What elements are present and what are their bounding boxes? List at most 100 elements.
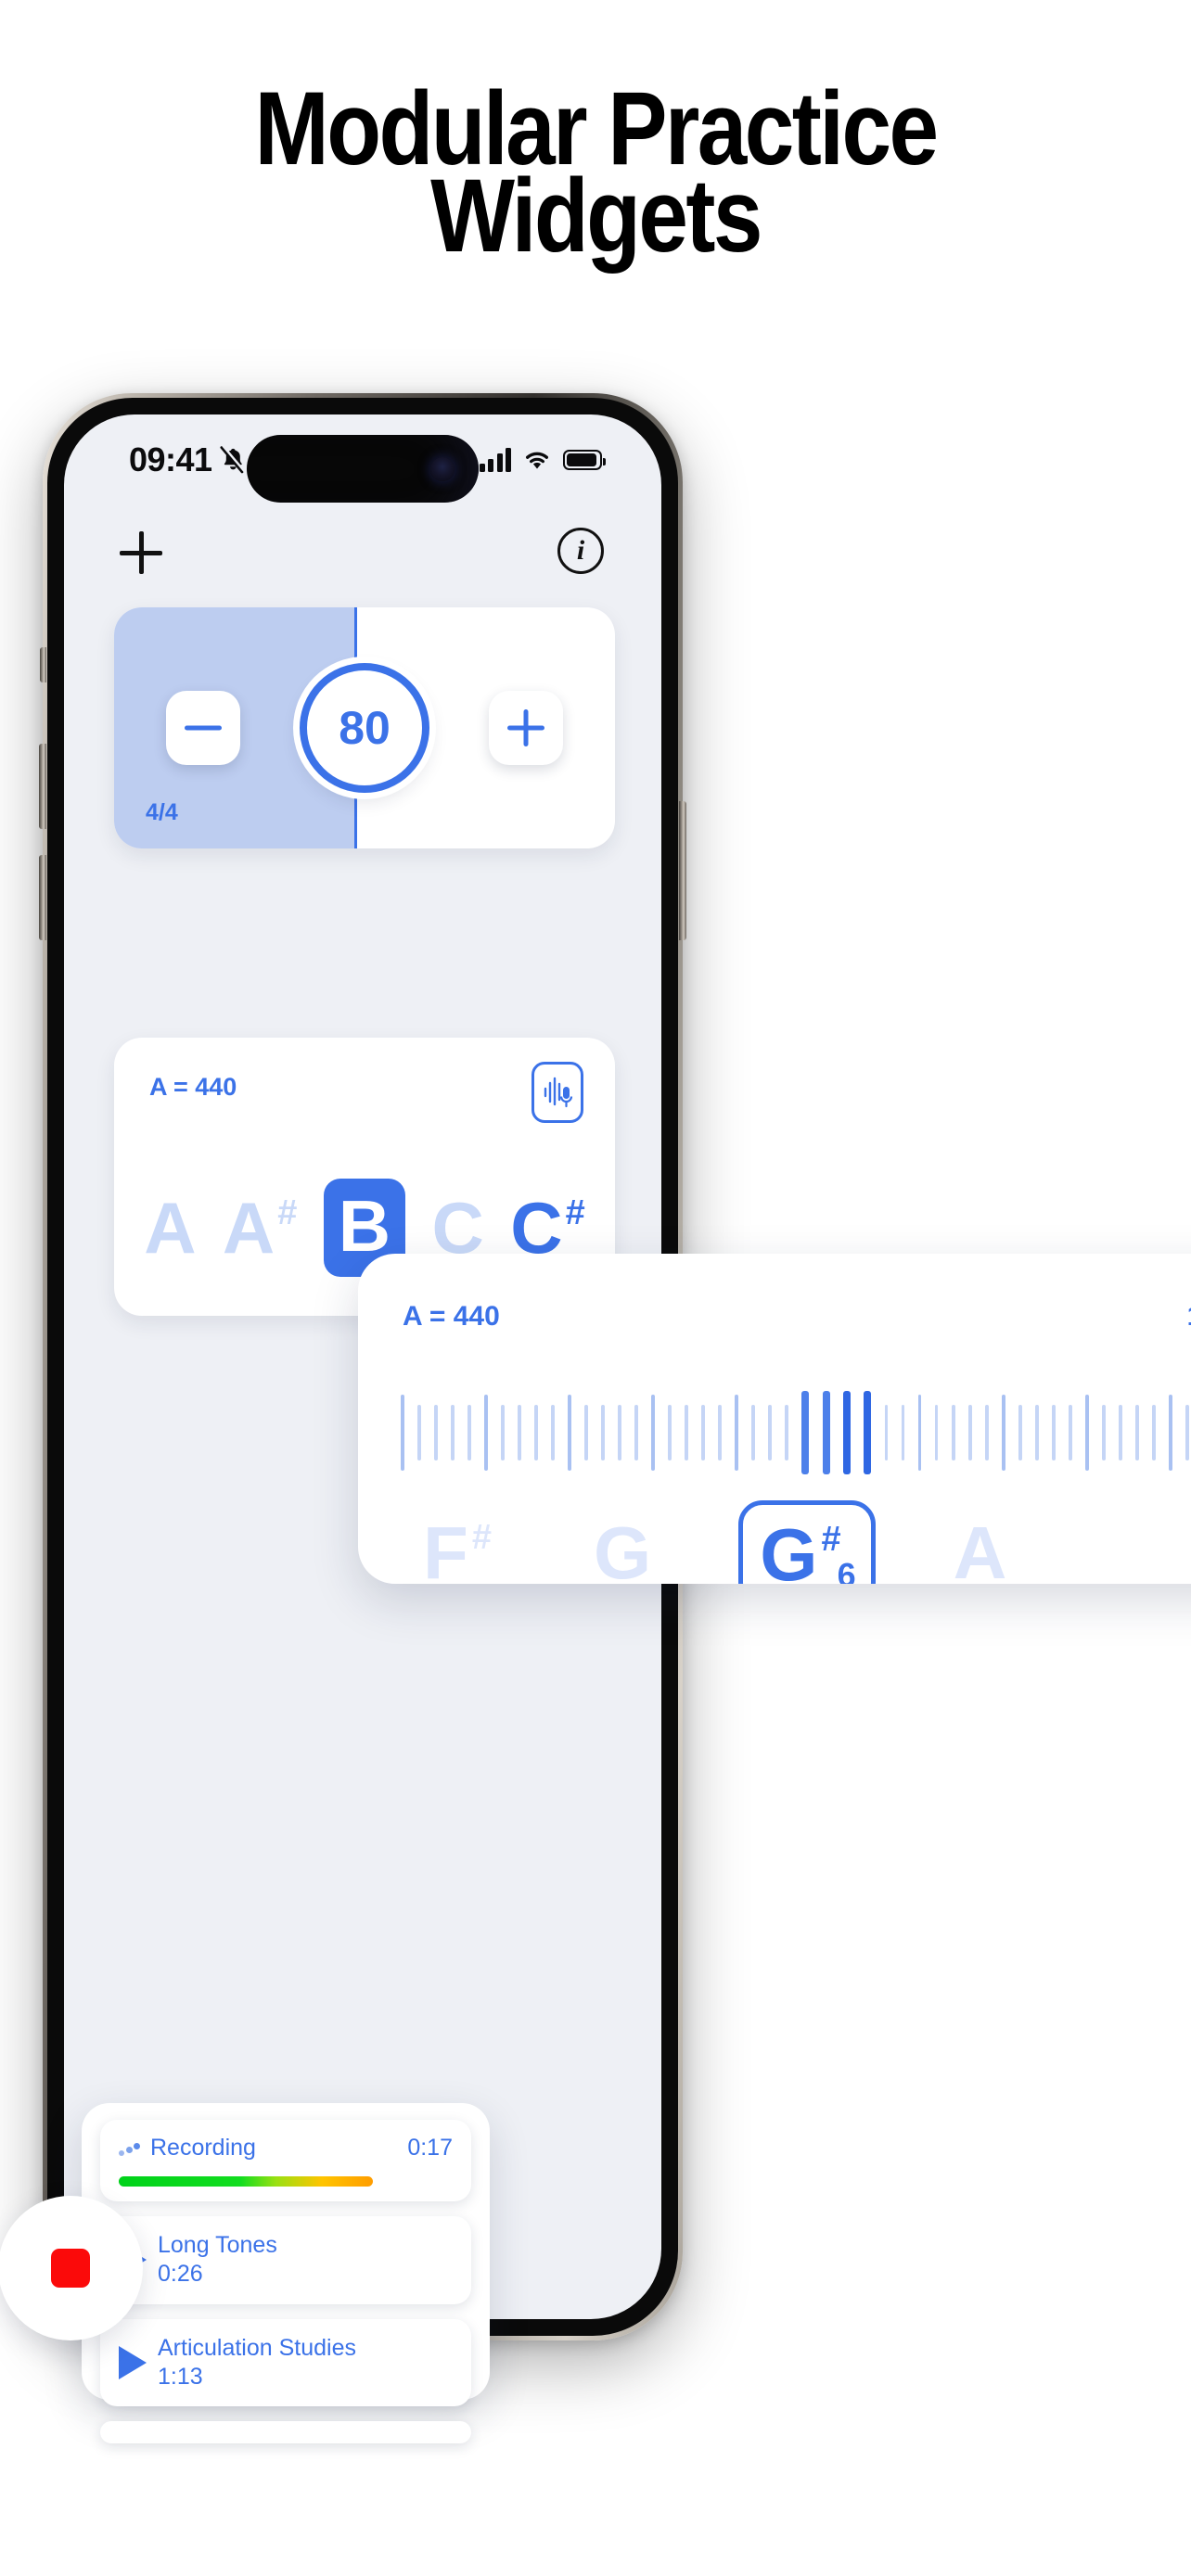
- recording-row-left: Recording: [119, 2135, 256, 2162]
- tuner-card-note[interactable]: G: [594, 1516, 651, 1585]
- stop-recording-button[interactable]: [0, 2196, 143, 2340]
- ruler-tick: [451, 1405, 455, 1460]
- status-bar: 09:41: [64, 414, 661, 518]
- ruler-tick: [534, 1405, 538, 1460]
- ruler-tick: [634, 1405, 638, 1460]
- tuner-cents-ruler: [401, 1384, 1191, 1482]
- recording-title: Long Tones: [158, 2232, 277, 2258]
- recording-title: Recording: [150, 2135, 256, 2161]
- ruler-tick: [801, 1391, 810, 1474]
- ruler-tick: [1085, 1395, 1089, 1471]
- ruler-tick: [984, 1405, 989, 1460]
- status-bar-left: 09:41: [129, 440, 244, 479]
- ruler-tick: [584, 1405, 588, 1460]
- page-title: Modular Practice Widgets: [83, 77, 1108, 274]
- recording-duration: 1:13: [158, 2363, 203, 2390]
- ruler-tick: [735, 1395, 738, 1471]
- play-icon[interactable]: [119, 2345, 147, 2379]
- recording-title: Articulation Studies: [158, 2334, 357, 2361]
- list-item[interactable]: Articulation Studies 1:13: [100, 2318, 471, 2406]
- tuner-card-note[interactable]: F #: [423, 1516, 492, 1585]
- ruler-tick: [901, 1405, 905, 1460]
- battery-full-icon: [563, 450, 606, 470]
- ruler-tick: [934, 1405, 939, 1460]
- recording-row-left: Long Tones 0:26: [119, 2231, 453, 2289]
- ruler-tick: [651, 1395, 655, 1471]
- ruler-tick: [401, 1395, 404, 1471]
- ruler-tick: [768, 1405, 772, 1460]
- dynamic-island: [247, 435, 479, 503]
- status-bar-time: 09:41: [129, 440, 212, 478]
- ruler-tick: [1051, 1405, 1056, 1460]
- ruler-tick: [701, 1405, 705, 1460]
- ruler-tick: [1119, 1405, 1122, 1460]
- ruler-tick: [1034, 1405, 1039, 1460]
- time-signature-label[interactable]: 4/4: [146, 799, 178, 826]
- list-item[interactable]: Long Tones 0:26: [100, 2216, 471, 2304]
- tuner-detail-card[interactable]: A = 440 13.0 F# G G#6 A: [358, 1254, 1191, 1584]
- ruler-tick: [843, 1391, 852, 1474]
- headline-line-2: Widgets: [430, 158, 762, 274]
- bell-slash-icon: [220, 446, 244, 474]
- wifi-icon: [526, 452, 548, 469]
- tempo-value[interactable]: 80: [300, 663, 429, 793]
- recording-row-head: Recording 0:17: [119, 2135, 453, 2162]
- ruler-tick: [718, 1405, 722, 1460]
- tuner-note[interactable]: A: [144, 1192, 196, 1264]
- ruler-tick: [417, 1405, 421, 1460]
- tuner-card-header: A = 440 13.0: [358, 1296, 1191, 1337]
- recording-meta: Long Tones 0:26: [158, 2231, 277, 2289]
- ruler-tick: [1102, 1405, 1106, 1460]
- ruler-tick: [568, 1395, 571, 1471]
- tuner-card-reference: A = 440: [403, 1301, 500, 1332]
- ruler-tick: [685, 1405, 688, 1460]
- ruler-tick: [864, 1391, 872, 1474]
- ruler-tick: [951, 1405, 955, 1460]
- info-button[interactable]: i: [557, 528, 604, 574]
- recording-level-meter: [119, 2176, 373, 2187]
- volume-down-button[interactable]: [39, 855, 46, 940]
- ruler-tick: [1018, 1405, 1022, 1460]
- ruler-tick: [1068, 1405, 1072, 1460]
- ruler-tick: [822, 1391, 830, 1474]
- app-toolbar: i: [64, 518, 661, 593]
- ruler-tick: [484, 1395, 488, 1471]
- tempo-increase-button[interactable]: [489, 691, 563, 765]
- ruler-tick: [501, 1405, 505, 1460]
- recording-duration: 0:26: [158, 2261, 203, 2288]
- add-widget-button[interactable]: [120, 531, 162, 574]
- waveform-mic-icon: [544, 1077, 573, 1108]
- ruler-tick: [1001, 1395, 1005, 1471]
- tempo-decrease-button[interactable]: [166, 691, 240, 765]
- ruler-tick: [601, 1405, 605, 1460]
- ruler-tick: [751, 1405, 755, 1460]
- recording-list: Recording 0:17 Long Tones 0:26 Articulat…: [100, 2120, 471, 2443]
- power-button[interactable]: [679, 801, 686, 940]
- recording-row-left: Articulation Studies 1:13: [119, 2334, 453, 2392]
- ruler-tick: [1169, 1395, 1172, 1471]
- ruler-tick: [551, 1405, 555, 1460]
- tuner-card-note-scale: F # G G #6 A: [401, 1500, 1191, 1585]
- ruler-tick: [917, 1395, 922, 1471]
- volume-up-button[interactable]: [39, 744, 46, 829]
- tuner-note[interactable]: A #: [223, 1192, 297, 1264]
- list-item[interactable]: [100, 2421, 471, 2443]
- recorder-panel: Recording 0:17 Long Tones 0:26 Articulat…: [82, 2103, 490, 2443]
- ruler-tick: [1185, 1405, 1189, 1460]
- levels-dots-icon: [119, 2141, 140, 2156]
- metronome-widget[interactable]: 80 4/4: [114, 607, 615, 848]
- metronome-controls: 80: [114, 607, 615, 848]
- ruler-tick: [668, 1405, 672, 1460]
- mute-switch-button[interactable]: [40, 647, 46, 682]
- ruler-tick: [518, 1405, 521, 1460]
- ruler-tick: [1135, 1405, 1139, 1460]
- tuner-card-note[interactable]: A: [954, 1516, 1007, 1585]
- ruler-tick: [618, 1405, 621, 1460]
- stop-square-icon: [51, 2249, 90, 2288]
- list-item[interactable]: Recording 0:17: [100, 2120, 471, 2201]
- ruler-tick: [467, 1405, 471, 1460]
- cellular-bars-icon: [479, 448, 511, 472]
- tuner-reference-label: A = 440: [149, 1073, 237, 1101]
- microphone-input-button[interactable]: [531, 1062, 583, 1123]
- tuner-card-note-selected[interactable]: G #6: [738, 1500, 876, 1584]
